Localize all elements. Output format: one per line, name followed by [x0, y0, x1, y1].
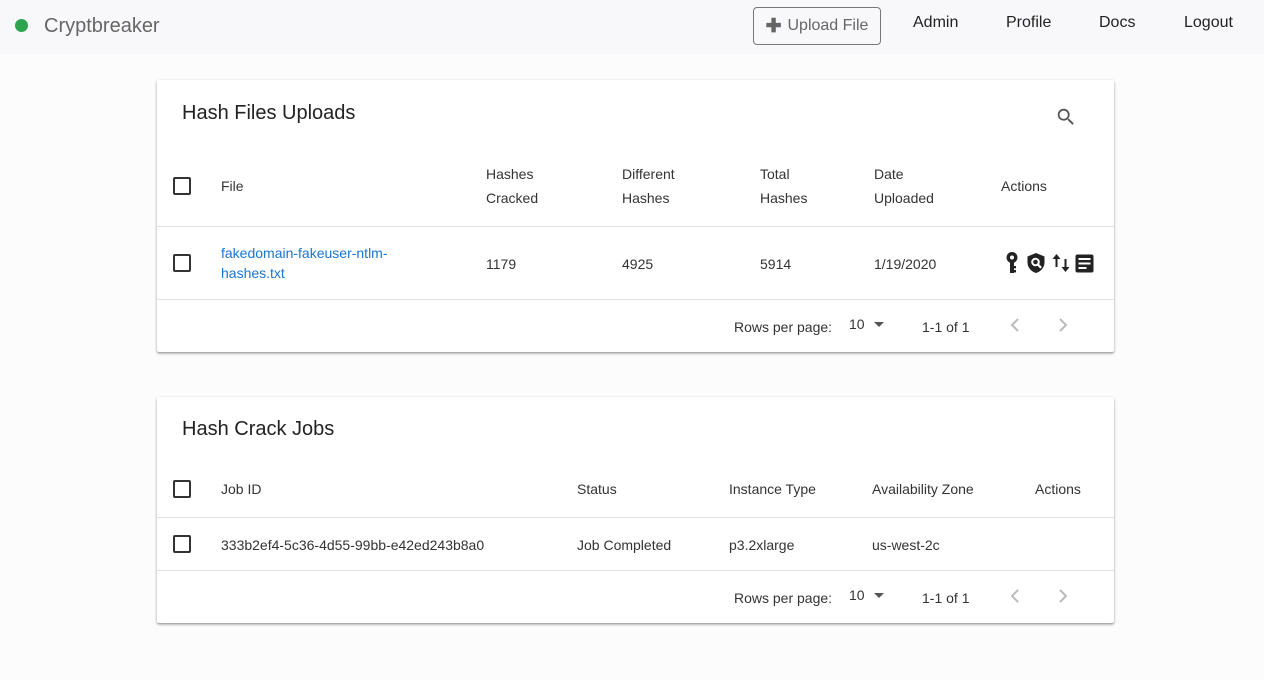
column-header-actions: Actions: [1001, 178, 1047, 194]
select-all-checkbox[interactable]: [173, 177, 191, 195]
column-header-actions: Actions: [1035, 481, 1081, 497]
hash-files-card: Hash Files Uploads File Hashes Cracked D…: [157, 80, 1114, 352]
header-line: Date: [874, 166, 904, 182]
shield-search-icon[interactable]: [1026, 252, 1046, 279]
status-dot: [15, 19, 28, 32]
navbar: Cryptbreaker ✚ Upload File Admin Profile…: [0, 0, 1264, 54]
card-title: Hash Files Uploads: [182, 102, 356, 124]
pagination-range: 1-1 of 1: [922, 319, 970, 335]
column-header-hashes-cracked[interactable]: Hashes Cracked: [486, 162, 538, 210]
divider: [157, 226, 1114, 227]
upload-file-button[interactable]: ✚ Upload File: [753, 7, 881, 45]
select-all-checkbox[interactable]: [173, 480, 191, 498]
column-header-file[interactable]: File: [221, 174, 244, 198]
swap-vertical-icon[interactable]: [1051, 252, 1071, 279]
pagination-range: 1-1 of 1: [922, 590, 970, 606]
rows-per-page-value: 10: [849, 316, 865, 332]
file-link-line: hashes.txt: [221, 265, 285, 281]
chevron-right-icon[interactable]: [1053, 314, 1073, 341]
rows-per-page-label: Rows per page:: [734, 590, 833, 606]
column-header-availability-zone[interactable]: Availability Zone: [872, 477, 974, 501]
nav-link-logout[interactable]: Logout: [1184, 14, 1233, 32]
availability-zone-value: us-west-2c: [872, 537, 940, 553]
column-header-status[interactable]: Status: [577, 477, 617, 501]
different-hashes-value: 4925: [622, 256, 654, 272]
file-link-line: fakedomain-fakeuser-ntlm-: [221, 245, 388, 261]
hash-crack-jobs-card: Hash Crack Jobs Job ID Status Instance T…: [157, 397, 1114, 623]
key-icon[interactable]: [1003, 251, 1021, 280]
header-line: Uploaded: [874, 190, 934, 206]
divider: [157, 299, 1114, 300]
column-header-date-uploaded[interactable]: Date Uploaded: [874, 162, 934, 210]
column-header-instance-type[interactable]: Instance Type: [729, 477, 816, 501]
divider: [157, 570, 1114, 571]
rows-per-page-label: Rows per page:: [734, 319, 833, 335]
header-line: Hashes: [760, 190, 808, 206]
caret-down-icon: [874, 593, 884, 598]
row-checkbox[interactable]: [173, 254, 191, 272]
notes-icon[interactable]: [1075, 254, 1094, 278]
date-uploaded-value: 1/19/2020: [874, 256, 937, 272]
header-line: Cracked: [486, 190, 539, 206]
card-title: Hash Crack Jobs: [182, 418, 335, 440]
upload-file-label: Upload File: [787, 17, 869, 34]
file-link[interactable]: fakedomain-fakeuser-ntlm- hashes.txt: [221, 243, 388, 283]
total-hashes-value: 5914: [760, 256, 792, 272]
nav-link-admin[interactable]: Admin: [913, 14, 958, 32]
column-header-job-id[interactable]: Job ID: [221, 477, 261, 501]
status-value: Job Completed: [577, 537, 672, 553]
header-line: Different: [622, 166, 675, 182]
rows-per-page-select[interactable]: 10: [849, 587, 889, 609]
chevron-left-icon[interactable]: [1005, 585, 1025, 612]
header-line: Hashes: [622, 190, 670, 206]
header-line: Hashes: [486, 166, 534, 182]
rows-per-page-select[interactable]: 10: [849, 316, 889, 338]
rows-per-page-value: 10: [849, 587, 865, 603]
row-checkbox[interactable]: [173, 535, 191, 553]
divider: [157, 517, 1114, 518]
chevron-right-icon[interactable]: [1053, 585, 1073, 612]
instance-type-value: p3.2xlarge: [729, 537, 795, 553]
chevron-left-icon[interactable]: [1005, 314, 1025, 341]
column-header-different-hashes[interactable]: Different Hashes: [622, 162, 675, 210]
hashes-cracked-value: 1179: [486, 256, 517, 272]
plus-icon: ✚: [765, 15, 782, 37]
column-header-total-hashes[interactable]: Total Hashes: [760, 162, 807, 210]
nav-link-profile[interactable]: Profile: [1006, 14, 1051, 32]
job-id-value: 333b2ef4-5c36-4d55-99bb-e42ed243b8a0: [221, 537, 485, 553]
header-line: Total: [760, 166, 790, 182]
nav-link-docs[interactable]: Docs: [1099, 14, 1135, 32]
search-icon[interactable]: [1055, 106, 1077, 133]
caret-down-icon: [874, 322, 884, 327]
brand-name[interactable]: Cryptbreaker: [44, 15, 160, 38]
